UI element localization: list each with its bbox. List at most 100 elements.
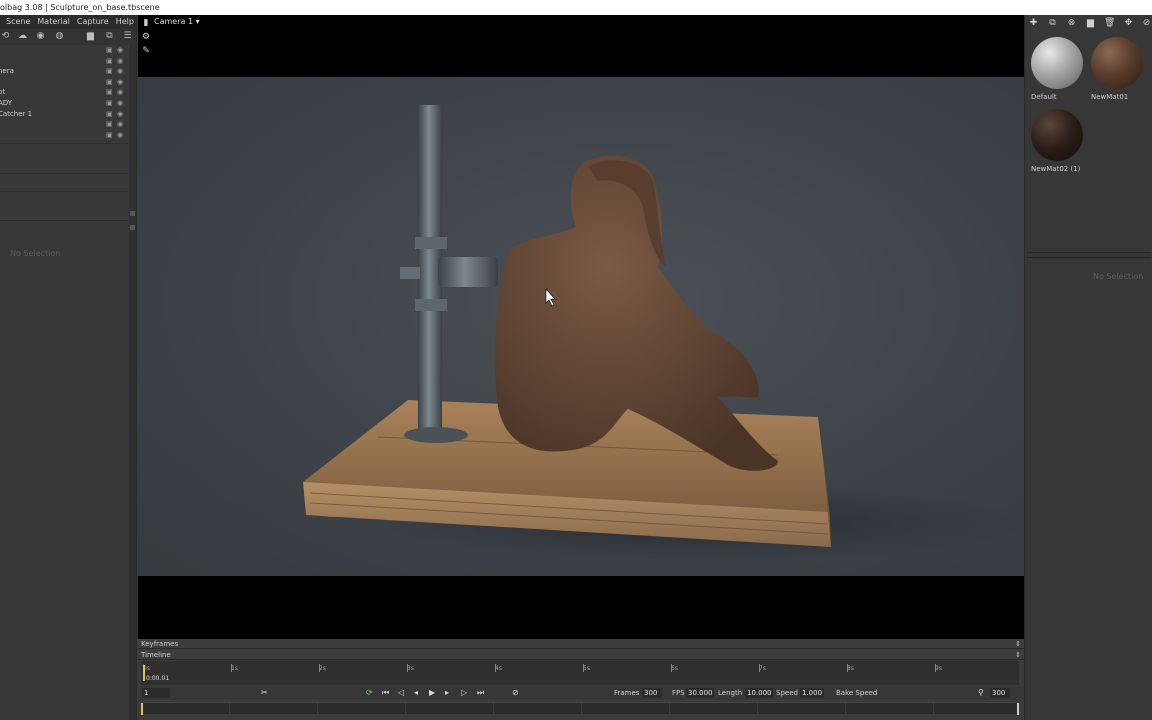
last-frame-icon[interactable]: ⏭ — [477, 686, 484, 700]
menu-capture[interactable]: Capture — [77, 17, 109, 26]
time-tick: 3s — [407, 664, 414, 672]
camera-selector[interactable]: Camera 1 ▾ — [154, 17, 200, 26]
prev-frame-icon[interactable]: ◂ — [414, 686, 418, 700]
viewport-header: ▮ Camera 1 ▾ ⚙ ✎ — [138, 15, 1024, 77]
merge-icon[interactable]: ⊗ — [1066, 18, 1077, 29]
lock-icon[interactable]: ▣ — [106, 45, 113, 56]
lock-icon[interactable]: ▣ — [106, 98, 113, 109]
settings-icon[interactable]: ⊘ — [512, 686, 519, 700]
menu-help[interactable]: Help — [116, 17, 134, 26]
gear-icon[interactable]: ⚙ — [141, 32, 151, 42]
outliner-row[interactable]: ADY ▣ ◉ — [0, 98, 129, 109]
time-tick: 8s — [847, 664, 854, 672]
time-tick: 9s — [935, 664, 942, 672]
expand-icon[interactable]: ⇕ — [1015, 650, 1021, 660]
eye-icon[interactable]: ◉ — [117, 130, 123, 141]
3d-viewport[interactable] — [138, 77, 1024, 576]
keyframe-icon[interactable]: ✂ — [261, 686, 268, 700]
fps-field[interactable]: 30.000 — [686, 688, 714, 698]
material-newmat02[interactable]: NewMat02 (1) — [1027, 109, 1083, 173]
menu-scene[interactable]: Scene — [6, 17, 30, 26]
play-icon[interactable]: ▶ — [429, 686, 435, 700]
undo-icon[interactable]: ⟲ — [0, 31, 11, 42]
lock-icon[interactable]: ▣ — [106, 87, 113, 98]
lock-icon[interactable]: ▣ — [106, 56, 113, 67]
keyframes-header[interactable]: Keyframes ⇕ — [138, 639, 1024, 649]
lock-icon[interactable]: ▣ — [106, 66, 113, 77]
first-frame-icon[interactable]: ⏮ — [382, 686, 389, 700]
divider — [0, 173, 128, 174]
add-light-icon[interactable]: ◉ — [35, 31, 46, 42]
folder-icon[interactable]: ▆ — [85, 31, 96, 42]
pipe-flange — [415, 299, 447, 311]
pick-icon[interactable]: ✥ — [1123, 18, 1134, 29]
material-newmat01[interactable]: NewMat01 — [1087, 37, 1143, 101]
viewport-icon: ▮ — [143, 18, 149, 28]
outliner-row[interactable]: Catcher 1 ▣ ◉ — [0, 109, 129, 120]
eye-icon[interactable]: ◉ — [117, 66, 123, 77]
folder-icon[interactable]: ▆ — [1085, 18, 1096, 29]
viewport-letterbox — [138, 576, 1024, 639]
scrub-mark — [493, 703, 494, 715]
timeline-header[interactable]: Timeline ⇕ — [138, 650, 1024, 660]
trash-icon[interactable]: 🗑 — [1104, 18, 1115, 29]
outliner-row[interactable]: ▣ ◉ — [0, 77, 129, 88]
speed-field[interactable]: 1.000 — [800, 688, 824, 698]
add-object-icon[interactable]: ☁ — [17, 31, 28, 42]
lock-icon[interactable]: ▣ — [106, 77, 113, 88]
list-menu-icon[interactable]: ☰ — [122, 31, 133, 42]
scene-toolbar: ⟲ ☁ ◉ ◍ ▆ ⧉ ☰ — [0, 29, 136, 45]
eye-icon[interactable]: ◉ — [117, 56, 123, 67]
frames-field[interactable]: 300 — [642, 688, 662, 698]
eye-icon[interactable]: ◉ — [117, 77, 123, 88]
end-frame-field[interactable]: 300 — [990, 688, 1010, 698]
eye-icon[interactable]: ◉ — [117, 98, 123, 109]
brush-icon[interactable]: ✎ — [141, 46, 151, 56]
outliner-row[interactable]: pt ▣ ◉ — [0, 87, 129, 98]
eye-icon[interactable]: ◉ — [117, 87, 123, 98]
bake-speed-label[interactable]: Bake Speed — [836, 686, 877, 700]
material-default[interactable]: Default — [1027, 37, 1083, 101]
scrub-mark — [757, 703, 758, 715]
outliner-scrollbar[interactable] — [129, 45, 136, 720]
add-material-icon[interactable]: ✚ — [1028, 18, 1039, 29]
scrub-end[interactable] — [1017, 703, 1019, 715]
link-icon[interactable]: ⚲ — [978, 686, 984, 700]
scene-panel: Scene Material Capture Help ⟲ ☁ ◉ ◍ ▆ ⧉ ☰ ▣… — [0, 15, 137, 720]
menu-material[interactable]: Material — [37, 17, 70, 26]
outliner-row[interactable]: ▣ ◉ — [0, 130, 129, 141]
outliner-row[interactable]: ▣ ◉ — [0, 56, 129, 67]
outliner-row[interactable]: nera ▣ ◉ — [0, 66, 129, 77]
expand-icon[interactable]: ⇕ — [1015, 639, 1021, 649]
material-preview — [1091, 37, 1143, 89]
duplicate-icon[interactable]: ⧉ — [104, 31, 115, 42]
timeline-scrubber[interactable] — [141, 702, 1019, 715]
current-time: 0:00.01 — [146, 675, 170, 682]
outliner-row[interactable]: ▣ ◉ — [0, 45, 129, 56]
time-tick: 2s — [319, 664, 326, 672]
pipe-base-flange — [404, 427, 468, 443]
add-sky-icon[interactable]: ◍ — [54, 31, 65, 42]
prev-key-icon[interactable]: ◁ — [398, 686, 404, 700]
scrub-playhead[interactable] — [141, 703, 143, 715]
eye-icon[interactable]: ◉ — [117, 45, 123, 56]
lock-icon[interactable]: ▣ — [106, 130, 113, 141]
frame-field[interactable]: 1 — [142, 688, 170, 698]
next-key-icon[interactable]: ▷ — [461, 686, 467, 700]
eye-icon[interactable]: ◉ — [117, 119, 123, 130]
playhead[interactable] — [143, 665, 145, 681]
duplicate-material-icon[interactable]: ⧉ — [1047, 18, 1058, 29]
eye-icon[interactable]: ◉ — [117, 109, 123, 120]
next-frame-icon[interactable]: ▸ — [445, 686, 449, 700]
outliner-row[interactable]: ▣ ◉ — [0, 119, 129, 130]
settings-icon[interactable]: ⊘ — [1141, 18, 1152, 29]
scroll-handle[interactable] — [130, 225, 135, 230]
scrub-mark — [669, 703, 670, 715]
scroll-handle[interactable] — [130, 211, 135, 216]
length-field[interactable]: 10.000 — [745, 688, 773, 698]
loop-icon[interactable]: ⟳ — [366, 686, 373, 700]
timeline-ruler[interactable]: 0s 1s 2s 3s 4s 5s 6s 7s 8s 9s 0:00.01 — [141, 661, 1019, 685]
lock-icon[interactable]: ▣ — [106, 119, 113, 130]
app-window: olbag 3.08 | Sculpture_on_base.tbscene S… — [0, 0, 1152, 720]
lock-icon[interactable]: ▣ — [106, 109, 113, 120]
